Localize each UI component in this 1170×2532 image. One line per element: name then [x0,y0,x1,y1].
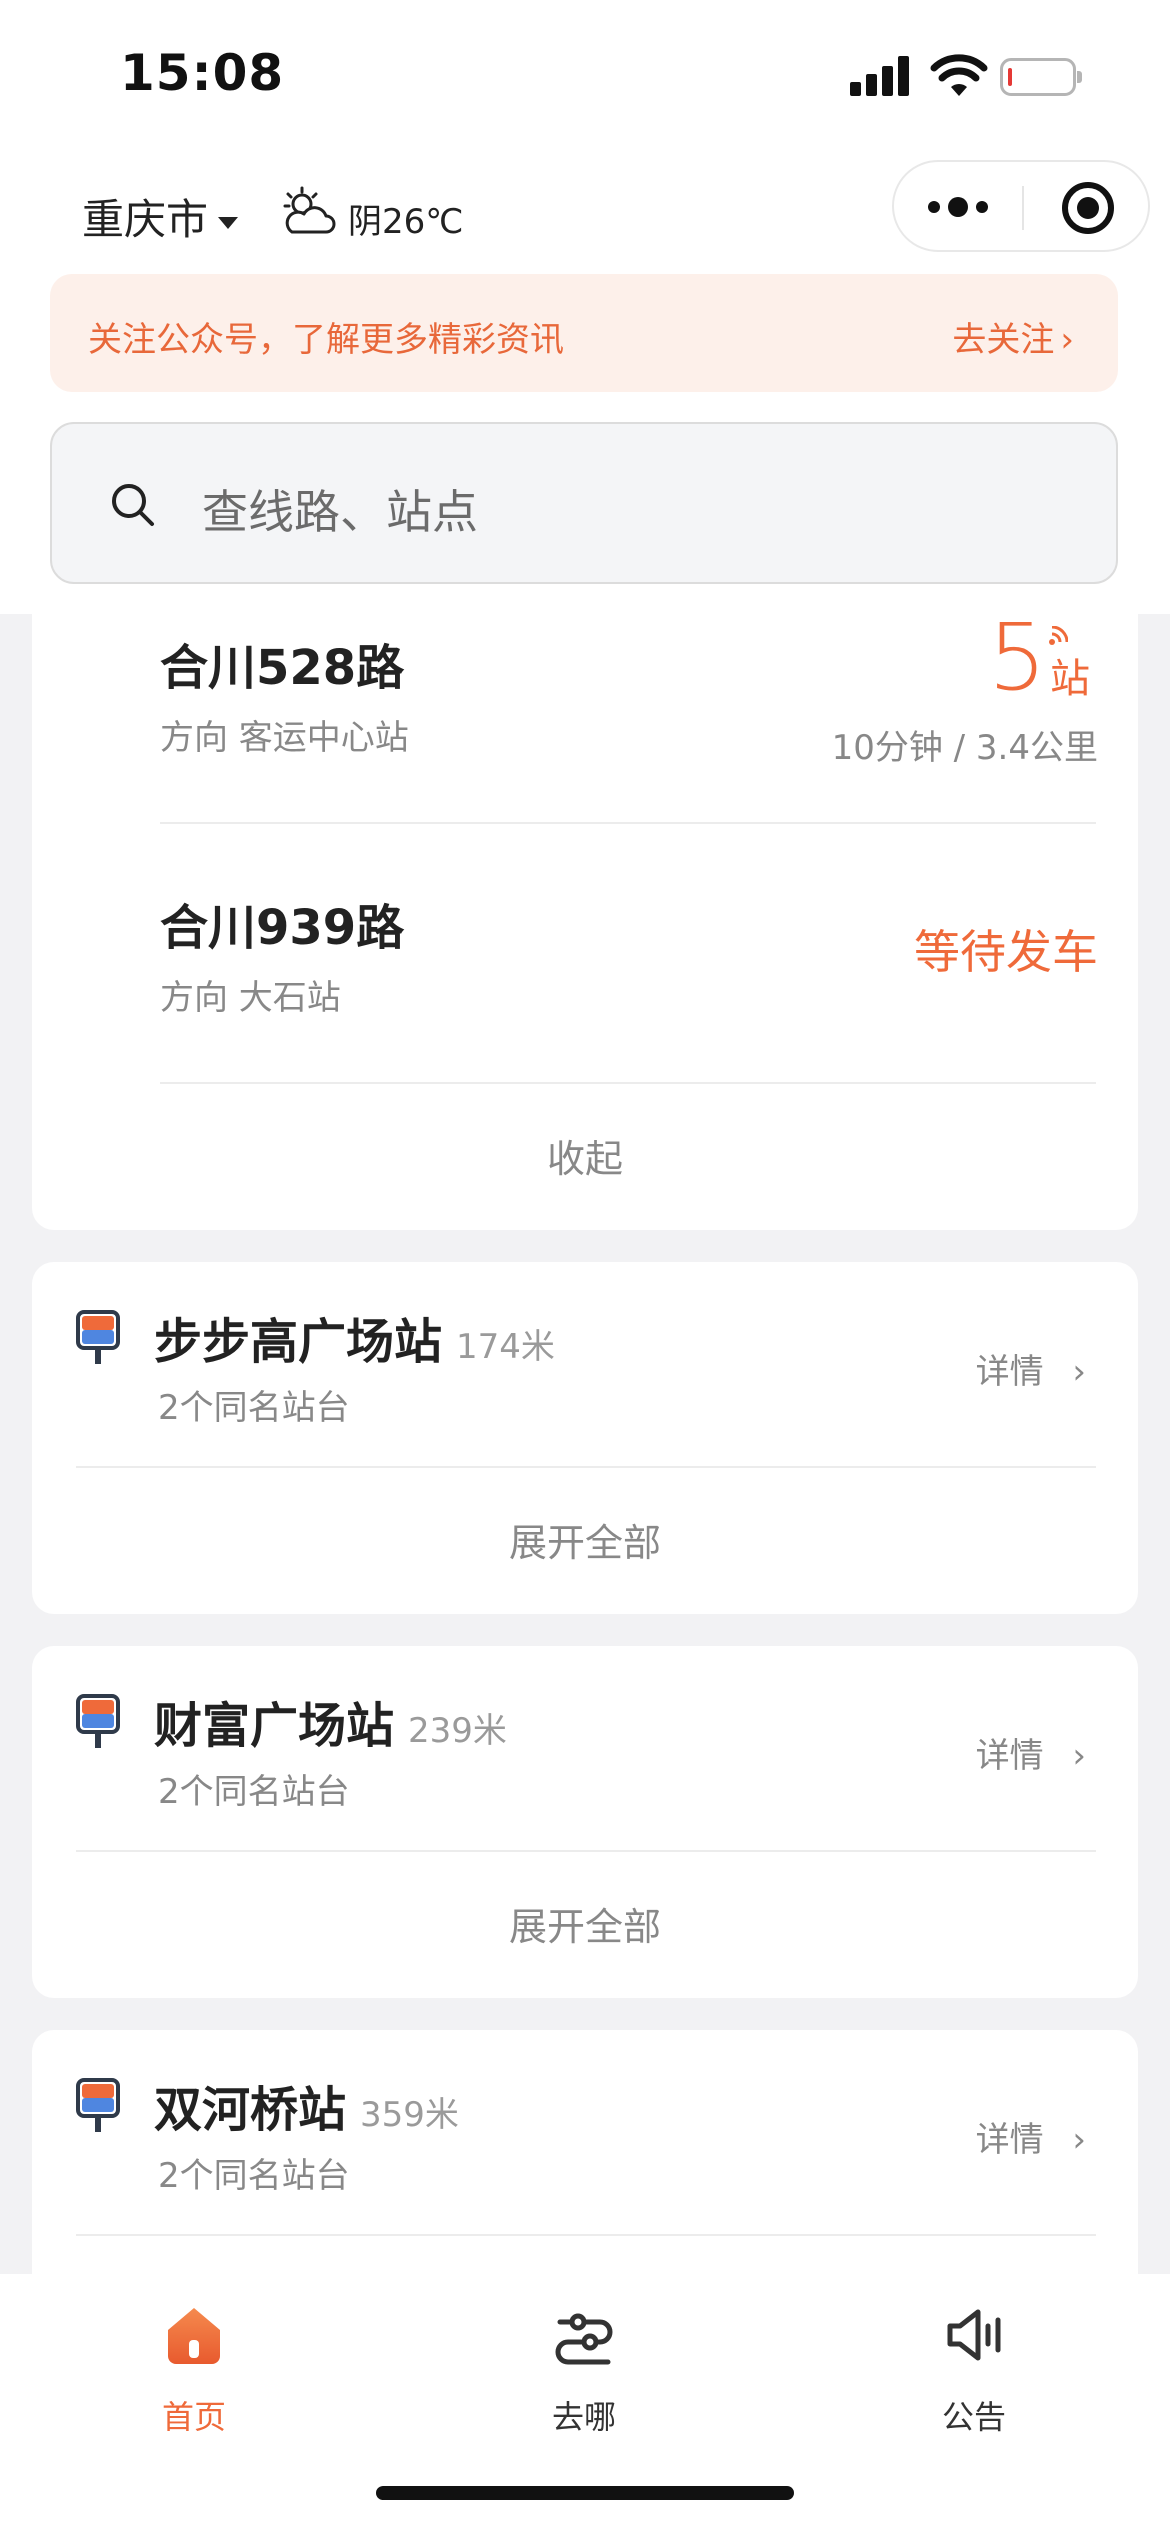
follow-link[interactable]: 去关注 › [952,312,1074,361]
station-platforms: 2个同名站台 [158,1772,350,1812]
wifi-icon [930,54,988,96]
tab-destinations[interactable]: 去哪 [474,2294,694,2444]
collapse-button[interactable]: 收起 [32,1128,1138,1183]
detail-link[interactable]: 详情 › [976,2112,1086,2161]
cellular-signal-icon [850,56,910,96]
expand-all-button[interactable]: 展开全部 [32,1512,1138,1567]
search-input[interactable]: 查线路、站点 [50,422,1118,584]
battery-low-icon [1000,58,1082,96]
station-name-line: 步步高广场站 174米 [154,1302,555,1372]
bus-stop-icon [76,1310,120,1364]
divider [160,1082,1096,1084]
station-name-line: 双河桥站 359米 [154,2070,459,2140]
detail-label: 详情 [975,1352,1044,1392]
capsule-divider [1022,186,1024,230]
chevron-right-icon: › [1060,320,1074,360]
station-platforms: 2个同名站台 [158,2156,350,2196]
detail-label: 详情 [975,1736,1044,1776]
divider [76,2234,1096,2236]
chevron-right-icon: › [1072,1352,1086,1392]
tab-label: 公告 [941,2398,1006,2436]
speaker-icon [947,2309,1001,2361]
station-distance: 239米 [408,1711,507,1751]
waiting-status: 等待发车 [914,925,1098,979]
station-name: 步步高广场站 [154,1314,443,1370]
top-header-area: 15:08 重庆市 阴26℃ 关注公众号，了解更多精彩资讯 去关注 › 查线路、… [0,0,1170,614]
chevron-right-icon: › [1072,2120,1086,2160]
banner-text: 关注公众号，了解更多精彩资讯 [88,320,564,360]
realtime-signal-icon [1049,626,1068,645]
more-options-icon[interactable] [928,197,988,217]
divider [76,1466,1096,1468]
station-name-line: 财富广场站 239米 [154,1686,507,1756]
home-indicator [376,2486,794,2500]
eta-distance: 10分钟 / 3.4公里 [831,728,1098,768]
line-name: 合川939路 [160,900,405,956]
search-icon [112,484,154,526]
expand-all-button[interactable]: 展开全部 [32,1896,1138,1951]
tab-announcements[interactable]: 公告 [864,2294,1084,2444]
station-distance: 359米 [360,2095,459,2135]
line-direction: 方向 客运中心站 [160,718,409,758]
detail-label: 详情 [975,2120,1044,2160]
divider [76,1850,1096,1852]
station-card: 财富广场站 239米 2个同名站台 详情 › 展开全部 [32,1646,1138,1998]
follow-account-banner[interactable]: 关注公众号，了解更多精彩资讯 去关注 › [50,274,1118,392]
tab-home[interactable]: 首页 [84,2294,304,2444]
station-card: 双河桥站 359米 2个同名站台 详情 › [32,2030,1138,2274]
city-selector[interactable]: 重庆市 [82,186,239,247]
tab-label: 去哪 [551,2398,616,2436]
chevron-right-icon: › [1072,1736,1086,1776]
station-name: 财富广场站 [154,1698,395,1754]
cloudy-sun-icon [283,186,336,234]
city-name: 重庆市 [82,195,209,244]
detail-link[interactable]: 详情 › [976,1344,1086,1393]
caret-down-icon [218,216,239,229]
station-name: 双河桥站 [154,2082,347,2138]
nearby-lines-card: 合川528路 方向 客运中心站 5 站 10分钟 / 3.4公里 合川939路 … [32,604,1138,1230]
tab-label: 首页 [161,2398,226,2436]
status-time: 15:08 [120,44,285,102]
bus-stop-icon [76,1694,120,1748]
stops-unit: 站 [1050,656,1090,702]
divider [160,822,1096,824]
station-platforms: 2个同名站台 [158,1388,350,1428]
miniprogram-capsule [892,160,1150,252]
detail-link[interactable]: 详情 › [976,1728,1086,1777]
close-miniprogram-icon[interactable] [1062,182,1114,234]
line-name: 合川528路 [160,640,405,696]
home-icon [168,2308,220,2364]
station-distance: 174米 [456,1327,555,1367]
line-direction: 方向 大石站 [160,978,341,1018]
stops-away: 5 [988,604,1047,711]
bus-stop-icon [76,2078,120,2132]
station-card: 步步高广场站 174米 2个同名站台 详情 › 展开全部 [32,1262,1138,1614]
follow-link-label: 去关注 [952,320,1055,360]
weather-text: 阴26℃ [348,202,464,242]
route-icon [555,2313,613,2365]
search-placeholder: 查线路、站点 [202,485,478,539]
